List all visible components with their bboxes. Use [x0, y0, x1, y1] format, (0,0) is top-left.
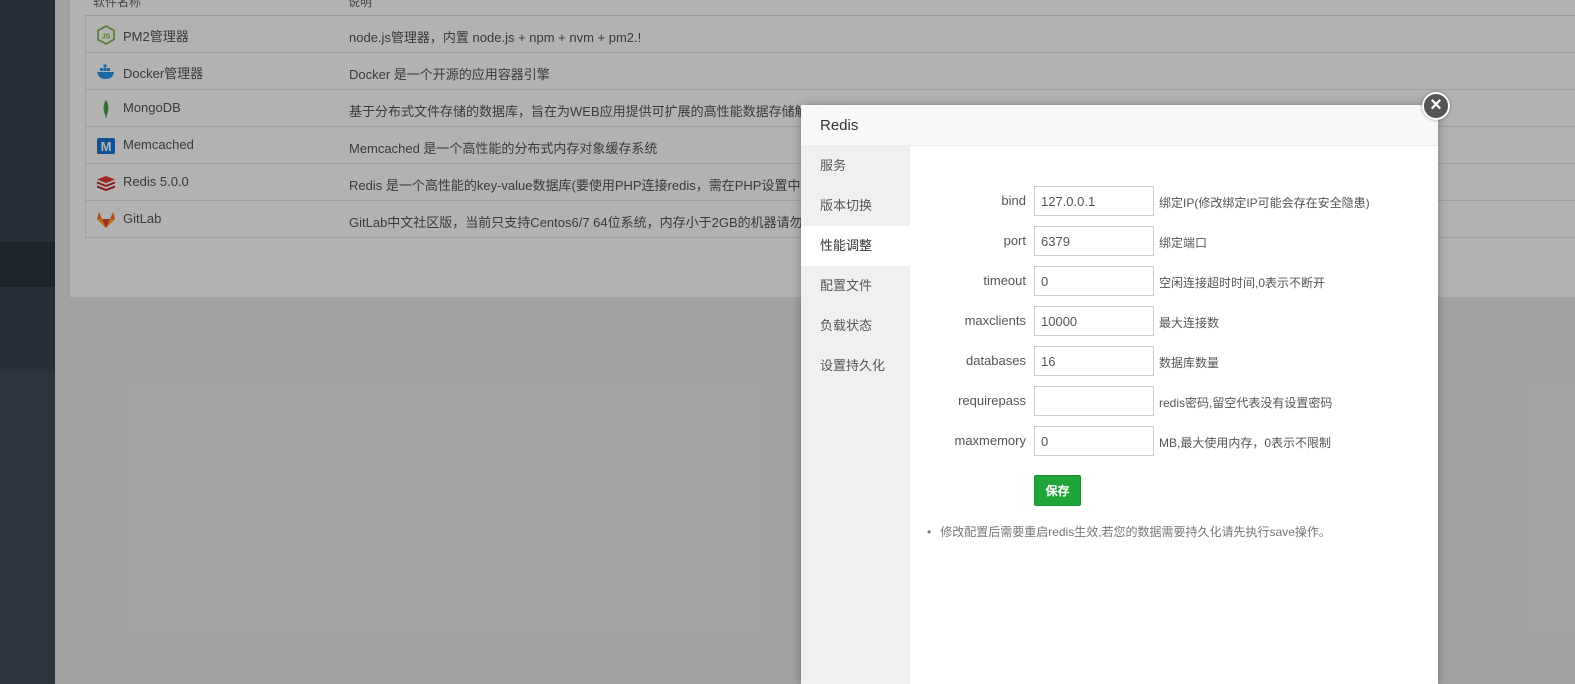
- tab-load-status[interactable]: 负载状态: [801, 306, 910, 346]
- port-input[interactable]: [1034, 226, 1154, 256]
- save-button[interactable]: 保存: [1034, 475, 1081, 506]
- tab-version-switch[interactable]: 版本切换: [801, 186, 910, 226]
- requirepass-hint: redis密码,留空代表没有设置密码: [1159, 396, 1333, 410]
- form-row-port: port 绑定端口: [910, 226, 1430, 256]
- bind-label: bind: [1001, 193, 1026, 208]
- tab-config-file[interactable]: 配置文件: [801, 266, 910, 306]
- port-label: port: [1003, 233, 1026, 248]
- maxclients-input[interactable]: [1034, 306, 1154, 336]
- requirepass-label: requirepass: [958, 393, 1026, 408]
- form-row-bind: bind 绑定IP(修改绑定IP可能会存在安全隐患): [910, 186, 1430, 216]
- databases-hint: 数据库数量: [1159, 356, 1220, 370]
- form-row-databases: databases 数据库数量: [910, 346, 1430, 376]
- port-hint: 绑定端口: [1159, 236, 1208, 250]
- modal-title: Redis: [801, 105, 1438, 146]
- tab-persistence[interactable]: 设置持久化: [801, 346, 910, 386]
- requirepass-input[interactable]: [1034, 386, 1154, 416]
- redis-modal: Redis 服务 版本切换 性能调整 配置文件 负载状态 设置持久化 bind …: [801, 105, 1438, 684]
- timeout-hint: 空闲连接超时时间,0表示不断开: [1159, 276, 1326, 290]
- tab-performance[interactable]: 性能调整: [801, 226, 910, 266]
- timeout-label: timeout: [983, 273, 1026, 288]
- modal-body: 服务 版本切换 性能调整 配置文件 负载状态 设置持久化 bind 绑定IP(修…: [801, 146, 1438, 684]
- maxclients-label: maxclients: [964, 313, 1026, 328]
- maxmemory-hint: MB,最大使用内存，0表示不限制: [1159, 436, 1332, 450]
- maxmemory-input[interactable]: [1034, 426, 1154, 456]
- restart-note: 修改配置后需要重启redis生效,若您的数据需要持久化请先执行save操作。: [927, 523, 1331, 540]
- form-row-requirepass: requirepass redis密码,留空代表没有设置密码: [910, 386, 1430, 416]
- modal-tabs: 服务 版本切换 性能调整 配置文件 负载状态 设置持久化: [801, 146, 910, 684]
- databases-label: databases: [966, 353, 1026, 368]
- databases-input[interactable]: [1034, 346, 1154, 376]
- bind-input[interactable]: [1034, 186, 1154, 216]
- bind-hint: 绑定IP(修改绑定IP可能会存在安全隐患): [1159, 196, 1370, 210]
- form-row-timeout: timeout 空闲连接超时时间,0表示不断开: [910, 266, 1430, 296]
- form-row-maxclients: maxclients 最大连接数: [910, 306, 1430, 336]
- form-row-maxmemory: maxmemory MB,最大使用内存，0表示不限制: [910, 426, 1430, 456]
- tab-service[interactable]: 服务: [801, 146, 910, 186]
- maxmemory-label: maxmemory: [954, 433, 1026, 448]
- maxclients-hint: 最大连接数: [1159, 316, 1220, 330]
- performance-form: bind 绑定IP(修改绑定IP可能会存在安全隐患) port 绑定端口 tim…: [910, 146, 1438, 684]
- timeout-input[interactable]: [1034, 266, 1154, 296]
- close-button[interactable]: ×: [1422, 92, 1450, 120]
